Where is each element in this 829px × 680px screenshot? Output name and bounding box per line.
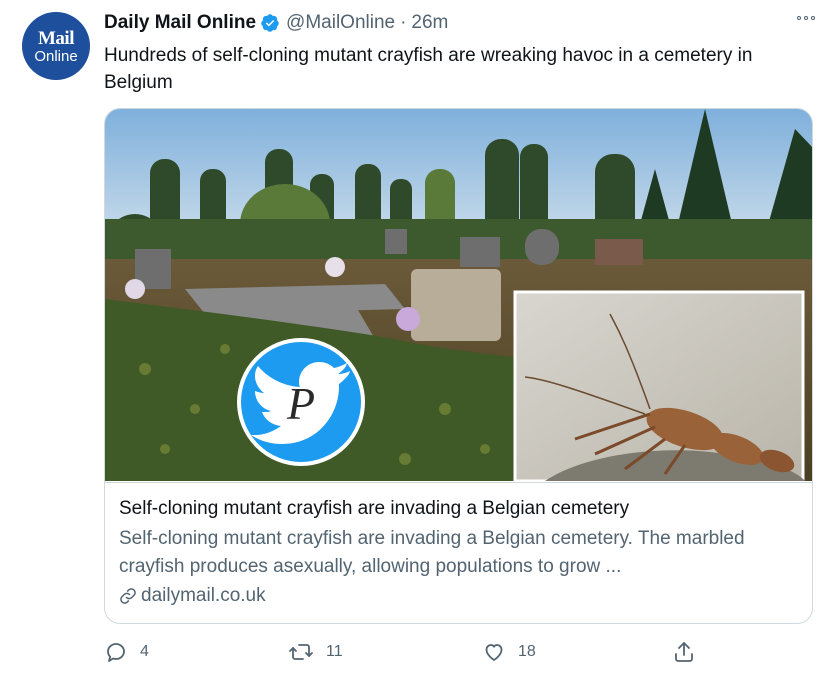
verified-badge-icon bbox=[260, 13, 280, 33]
bird-logo-icon: P bbox=[237, 338, 365, 466]
header-separator: · bbox=[400, 12, 407, 33]
card-domain: dailymail.co.uk bbox=[141, 585, 266, 606]
like-button[interactable]: 18 bbox=[482, 640, 536, 664]
avatar-line-1: Mail bbox=[38, 27, 75, 49]
tweet-actions: 4 11 18 bbox=[104, 640, 704, 666]
author-name[interactable]: Daily Mail Online bbox=[104, 12, 256, 34]
reply-button[interactable]: 4 bbox=[104, 640, 149, 664]
like-icon bbox=[485, 644, 503, 661]
card-description: Self-cloning mutant crayfish are invadin… bbox=[119, 528, 745, 577]
author-handle[interactable]: @MailOnline bbox=[286, 12, 395, 34]
tweet-time[interactable]: 26m bbox=[411, 12, 448, 34]
crayfish-photo bbox=[513, 290, 805, 481]
retweet-icon bbox=[289, 644, 313, 660]
link-icon bbox=[120, 588, 136, 604]
avatar-line-2: Online bbox=[34, 47, 78, 65]
retweet-button[interactable]: 11 bbox=[288, 640, 343, 664]
more-options-icon[interactable] bbox=[797, 16, 815, 20]
tweet-header: Daily Mail Online @MailOnline · 26m bbox=[104, 10, 448, 36]
card-body[interactable]: Self-cloning mutant crayfish are invadin… bbox=[105, 482, 812, 623]
like-count: 18 bbox=[518, 643, 536, 660]
share-button[interactable] bbox=[672, 640, 696, 664]
tweet-text: Hundreds of self-cloning mutant crayfish… bbox=[104, 45, 753, 93]
reply-count: 4 bbox=[140, 643, 149, 660]
retweet-count: 11 bbox=[326, 643, 343, 660]
share-icon bbox=[675, 642, 693, 662]
card-domain-row: dailymail.co.uk bbox=[119, 585, 798, 607]
reply-icon bbox=[107, 643, 125, 662]
watermark-letter: P bbox=[286, 378, 315, 429]
author-avatar[interactable]: Mail Online bbox=[22, 12, 90, 80]
card-title: Self-cloning mutant crayfish are invadin… bbox=[119, 498, 630, 519]
card-image[interactable]: P bbox=[105, 109, 812, 481]
link-card[interactable]: P Self-cloning mutant crayfish are invad… bbox=[104, 108, 813, 624]
